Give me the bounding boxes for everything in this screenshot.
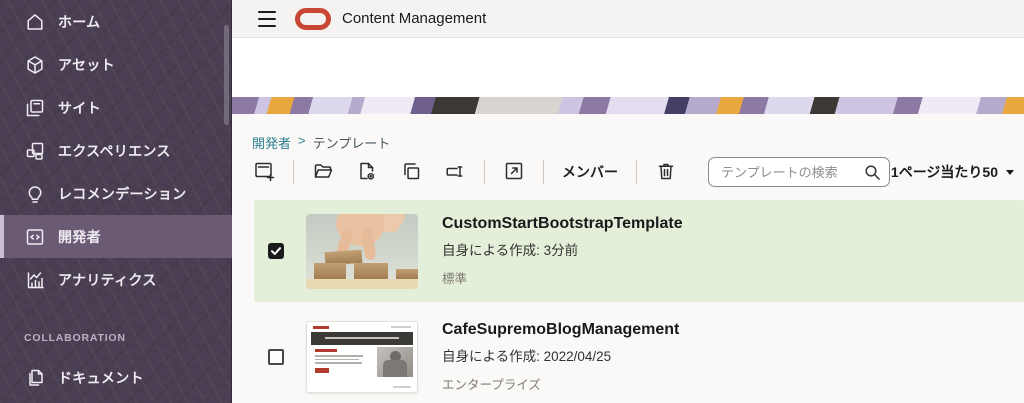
recommendations-icon: [24, 183, 46, 205]
template-type-label: 標準: [442, 268, 683, 287]
template-row[interactable]: CafeSupremoBlogManagement 自身による作成: 2022/…: [254, 312, 1024, 402]
sidebar-item-recommendations[interactable]: レコメンデーション: [0, 172, 232, 215]
open-folder-icon: [312, 160, 334, 185]
sidebar-item-label: アナリティクス: [58, 270, 157, 290]
experiences-icon: [24, 140, 46, 162]
template-type-label: エンタープライズ: [442, 374, 679, 393]
template-thumbnail-website: [306, 321, 418, 393]
sidebar-item-label: エクスペリエンス: [58, 141, 171, 161]
rename-icon: [444, 160, 466, 185]
preview-template-button[interactable]: [345, 157, 389, 187]
copy-icon: [400, 160, 422, 185]
row-checkbox-unchecked[interactable]: [268, 349, 284, 365]
sidebar-item-label: レコメンデーション: [58, 184, 186, 204]
content-area: 開発者 > テンプレート: [232, 114, 1024, 403]
search-box: [708, 157, 890, 187]
sidebar: ホーム アセット サイト エクスペリエンス レコメンデーション: [0, 0, 232, 403]
delete-template-button[interactable]: [644, 157, 688, 187]
breadcrumb-separator: >: [298, 133, 306, 152]
templates-toolbar: メンバー: [242, 155, 688, 189]
sidebar-item-documents[interactable]: ドキュメント: [0, 356, 232, 399]
template-thumbnail-blocks: [306, 214, 418, 289]
toolbar-divider: [543, 160, 544, 184]
page-title-bar: テンプレート すべて: [232, 38, 1024, 97]
breadcrumb-current: テンプレート: [313, 133, 391, 152]
sidebar-section-collaboration: COLLABORATION: [24, 326, 126, 350]
per-page-label: 1ページ当たり50: [891, 157, 998, 187]
sidebar-item-label: サイト: [58, 98, 101, 118]
sites-icon: [24, 97, 46, 119]
sidebar-item-label: 開発者: [58, 227, 101, 247]
breadcrumb: 開発者 > テンプレート: [252, 133, 390, 152]
export-template-button[interactable]: [492, 157, 536, 187]
export-icon: [503, 160, 525, 185]
row-checkbox-checked[interactable]: [268, 243, 284, 259]
trash-icon: [655, 160, 677, 185]
members-button[interactable]: メンバー: [551, 157, 629, 187]
template-name: CafeSupremoBlogManagement: [442, 321, 679, 339]
oracle-logo: [295, 8, 331, 30]
main-area: Content Management テンプレート すべて 開発者 > テンプレ…: [232, 0, 1024, 403]
chevron-down-icon: [1006, 170, 1014, 175]
toolbar-divider: [293, 160, 294, 184]
sidebar-item-experiences[interactable]: エクスペリエンス: [0, 129, 232, 172]
decorative-banner: [232, 97, 1024, 114]
documents-icon: [24, 367, 46, 389]
top-header: Content Management: [232, 0, 1024, 38]
template-row[interactable]: CustomStartBootstrapTemplate 自身による作成: 3分…: [254, 200, 1024, 302]
app-window: ホーム アセット サイト エクスペリエンス レコメンデーション: [0, 0, 1024, 403]
sidebar-scrollbar[interactable]: [224, 25, 229, 125]
breadcrumb-link-developer[interactable]: 開発者: [252, 133, 291, 152]
sidebar-item-label: ドキュメント: [58, 368, 144, 388]
sidebar-item-analytics[interactable]: アナリティクス: [0, 258, 232, 301]
rename-template-button[interactable]: [433, 157, 477, 187]
hamburger-menu-icon[interactable]: [258, 11, 278, 27]
analytics-icon: [24, 269, 46, 291]
create-template-icon: [253, 160, 275, 185]
copy-template-button[interactable]: [389, 157, 433, 187]
app-title: Content Management: [342, 0, 486, 38]
sidebar-item-home[interactable]: ホーム: [0, 0, 232, 43]
create-template-button[interactable]: [242, 157, 286, 187]
sidebar-item-label: ホーム: [58, 12, 100, 32]
per-page-dropdown[interactable]: 1ページ当たり50: [891, 157, 1014, 187]
sidebar-item-sites[interactable]: サイト: [0, 86, 232, 129]
template-created-info: 自身による作成: 3分前: [442, 239, 683, 259]
template-name: CustomStartBootstrapTemplate: [442, 215, 683, 233]
developer-icon: [24, 226, 46, 248]
asset-icon: [24, 54, 46, 76]
template-created-info: 自身による作成: 2022/04/25: [442, 345, 679, 365]
open-template-button[interactable]: [301, 157, 345, 187]
toolbar-divider: [484, 160, 485, 184]
home-icon: [24, 11, 46, 33]
toolbar-divider: [636, 160, 637, 184]
search-icon[interactable]: [863, 163, 881, 181]
document-preview-icon: [356, 160, 378, 185]
sidebar-item-label: アセット: [58, 55, 115, 75]
sidebar-item-developer[interactable]: 開発者: [0, 215, 232, 258]
sidebar-item-assets[interactable]: アセット: [0, 43, 232, 86]
